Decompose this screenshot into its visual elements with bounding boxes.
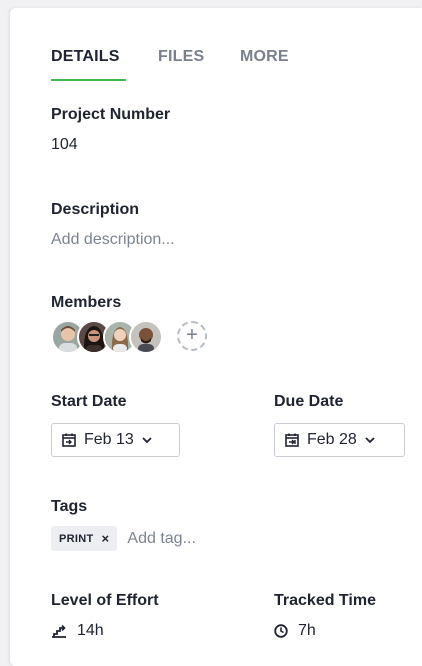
tags-row: PRINT × Add tag... bbox=[51, 526, 196, 551]
description-section: Description Add description... bbox=[51, 201, 175, 249]
tag-chip: PRINT × bbox=[51, 526, 118, 551]
tab-details[interactable]: DETAILS bbox=[51, 48, 120, 66]
tab-files[interactable]: FILES bbox=[158, 48, 204, 66]
details-panel: DETAILS FILES MORE Project Number 104 De… bbox=[10, 8, 422, 666]
tag-label: PRINT bbox=[59, 532, 94, 545]
calendar-due-icon bbox=[285, 433, 299, 447]
chevron-down-icon bbox=[142, 437, 152, 444]
tab-more[interactable]: MORE bbox=[240, 48, 289, 66]
project-number-section: Project Number 104 bbox=[51, 106, 170, 154]
due-date-picker[interactable]: Feb 28 bbox=[274, 423, 405, 457]
description-input[interactable]: Add description... bbox=[51, 231, 175, 249]
add-member-button[interactable]: + bbox=[177, 321, 207, 351]
members-section: Members + bbox=[51, 294, 251, 356]
avatar[interactable] bbox=[129, 320, 163, 354]
tracked-time-value-row[interactable]: 7h bbox=[274, 622, 376, 640]
start-date-value: Feb 13 bbox=[84, 431, 134, 448]
member-avatars: + bbox=[51, 320, 251, 356]
plus-icon: + bbox=[186, 324, 198, 346]
active-tab-indicator bbox=[51, 79, 126, 81]
calendar-start-icon bbox=[62, 433, 76, 447]
level-of-effort-section: Level of Effort 14h bbox=[51, 592, 159, 640]
tags-label: Tags bbox=[51, 498, 88, 515]
members-label: Members bbox=[51, 294, 122, 311]
start-date-section: Start Date Feb 13 bbox=[51, 393, 221, 463]
start-date-picker[interactable]: Feb 13 bbox=[51, 423, 180, 457]
clock-icon bbox=[274, 624, 288, 638]
description-label: Description bbox=[51, 201, 140, 218]
project-number-label: Project Number bbox=[51, 106, 171, 123]
add-tag-input[interactable]: Add tag... bbox=[127, 530, 196, 548]
tracked-time-section: Tracked Time 7h bbox=[274, 592, 376, 640]
due-date-section: Due Date Feb 28 bbox=[274, 393, 414, 463]
tags-section: Tags PRINT × Add tag... bbox=[51, 498, 196, 551]
remove-tag-button[interactable]: × bbox=[102, 531, 110, 546]
effort-icon bbox=[52, 624, 66, 638]
tracked-time-value: 7h bbox=[298, 622, 316, 639]
level-of-effort-value-row[interactable]: 14h bbox=[51, 622, 159, 640]
due-date-label: Due Date bbox=[274, 393, 344, 410]
start-date-label: Start Date bbox=[51, 393, 127, 410]
chevron-down-icon bbox=[365, 437, 375, 444]
avatar-image bbox=[131, 322, 161, 352]
project-number-value: 104 bbox=[51, 136, 78, 153]
due-date-value: Feb 28 bbox=[307, 431, 357, 448]
level-of-effort-value: 14h bbox=[77, 622, 104, 639]
level-of-effort-label: Level of Effort bbox=[51, 592, 159, 609]
tracked-time-label: Tracked Time bbox=[274, 592, 376, 609]
